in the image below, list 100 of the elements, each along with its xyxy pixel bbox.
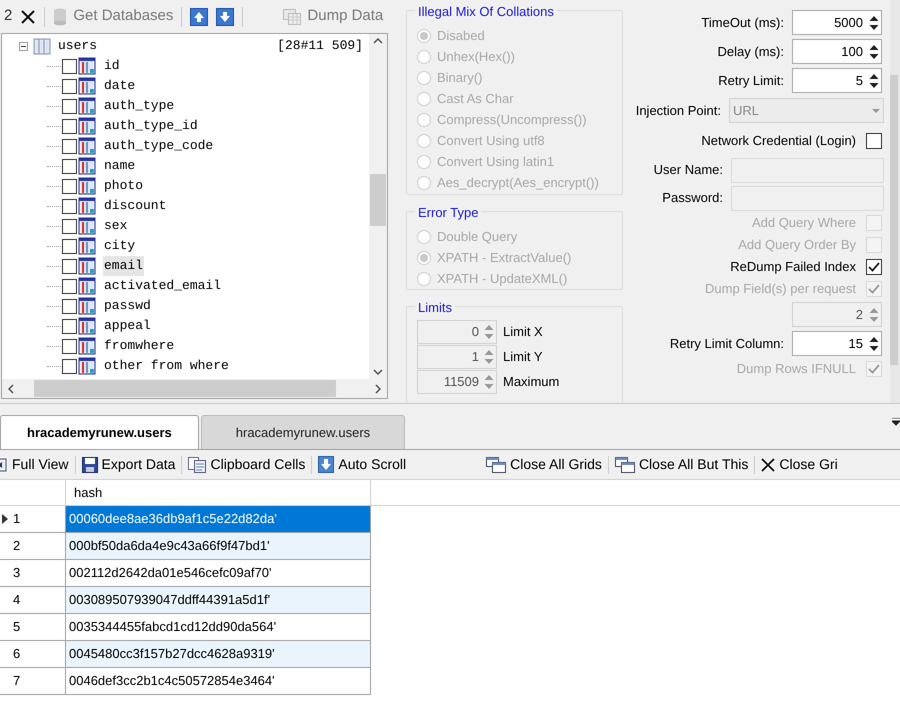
tree-item[interactable]: fromwhere (103, 336, 176, 356)
option-label: Aes_decrypt(Aes_encrypt()) (437, 174, 599, 192)
table-icon (78, 117, 96, 135)
field-label: Limit X (503, 323, 543, 342)
table-icon (78, 177, 96, 195)
chevron-left-icon[interactable] (8, 384, 14, 394)
table-cell[interactable]: 0035344455fabcd1cd12dd90da564' (66, 614, 371, 641)
number-field[interactable]: 15 (792, 331, 882, 356)
toolbar-button[interactable]: Close Gri (761, 454, 838, 475)
chevron-down-icon[interactable] (373, 369, 383, 375)
grid-icon (283, 8, 302, 24)
scroll-thumb[interactable] (34, 380, 336, 397)
vertical-scrollbar[interactable] (369, 34, 387, 379)
checkbox[interactable] (62, 278, 77, 294)
checkbox[interactable] (866, 133, 882, 149)
table-cell[interactable]: 002112d2642da01e546cefc09af70' (66, 560, 371, 587)
checkbox[interactable] (62, 98, 77, 114)
row-count: [28#11 509] (277, 37, 364, 56)
tree-item[interactable]: sex (103, 216, 128, 236)
tree-item[interactable]: email (103, 256, 144, 276)
tree-item[interactable]: city (103, 236, 136, 256)
toolbar-button[interactable]: Close All Grids (486, 454, 602, 475)
number-field[interactable]: 5 (792, 68, 882, 93)
chevron-up-icon[interactable] (373, 38, 383, 44)
field-label: Password: (662, 189, 723, 208)
checkbox[interactable] (62, 238, 77, 254)
checkbox[interactable] (62, 198, 77, 214)
table-cell[interactable]: 000bf50da6da4e9c43a66f9f47bd1' (66, 533, 371, 560)
toolbar-button[interactable]: Export Data (82, 454, 176, 475)
tree-item[interactable]: appeal (103, 316, 152, 336)
arrow-down-icon[interactable] (216, 8, 234, 26)
field-label: User Name: (654, 161, 723, 180)
tree-item[interactable]: users (58, 36, 98, 56)
tree-item[interactable]: auth_type (103, 96, 176, 116)
checkbox[interactable] (62, 58, 77, 74)
number-field[interactable]: 100 (792, 39, 882, 64)
checkbox[interactable] (62, 258, 77, 274)
toolbar-button[interactable]: Close All But This (614, 454, 748, 475)
table-cell[interactable]: 0045480cc3f157b27dcc4628a9319' (66, 641, 371, 668)
number-field[interactable]: 5000 (792, 10, 882, 35)
checkbox[interactable] (62, 218, 77, 234)
checkbox[interactable] (62, 358, 77, 374)
checkbox[interactable] (62, 158, 77, 174)
tree-item[interactable]: id (103, 56, 121, 76)
option-label: Unhex(Hex()) (437, 48, 516, 66)
option-label: XPATH - ExtractValue() (437, 248, 572, 267)
field-label: ReDump Failed Index (730, 258, 856, 276)
horizontal-scrollbar[interactable] (2, 379, 387, 398)
tree-item[interactable]: name (103, 156, 136, 176)
scroll-thumb[interactable] (890, 75, 898, 365)
checkbox[interactable] (62, 178, 77, 194)
table-icon (78, 297, 96, 315)
checkbox[interactable] (62, 138, 77, 154)
pin-icon[interactable] (892, 418, 900, 426)
table-cell[interactable]: 003089507939047ddff44391a5d1f' (66, 587, 371, 614)
scroll-thumb[interactable] (370, 174, 386, 226)
tree-item[interactable]: photo (103, 176, 144, 196)
table-icon (78, 277, 96, 295)
toolbar-button[interactable]: Auto Scroll (318, 454, 406, 475)
table-cell[interactable]: 0046def3cc2b1c4c50572854e3464' (66, 668, 371, 695)
table-icon (78, 237, 96, 255)
table-icon (78, 337, 96, 355)
tree-item[interactable]: date (103, 76, 136, 96)
tree-item[interactable]: activated_email (103, 276, 222, 296)
table-icon (78, 317, 96, 335)
tree-item[interactable]: auth_type_code (103, 136, 214, 156)
tree-item[interactable]: passwd (103, 296, 152, 316)
checkbox[interactable] (62, 318, 77, 334)
field-label: Maximum (503, 373, 560, 392)
tree-item[interactable]: other from where (103, 356, 230, 376)
collapse-toggle[interactable] (19, 42, 28, 50)
checkbox[interactable] (62, 78, 77, 94)
checkbox[interactable] (62, 118, 77, 134)
table-icon (78, 57, 96, 75)
field-label: Add Query Order By (738, 236, 856, 254)
toolbar-button[interactable]: Clipboard Cells (188, 454, 306, 475)
table-icon (78, 137, 96, 155)
number-field[interactable]: 11509 (417, 370, 497, 394)
close-icon[interactable] (20, 8, 36, 24)
number-field[interactable]: 0 (417, 320, 497, 344)
option-label: Convert Using latin1 (437, 152, 554, 171)
option-label: Compress(Uncompress()) (437, 110, 587, 129)
vertical-scrollbar[interactable] (890, 0, 900, 403)
table-icon (33, 37, 51, 55)
checkbox[interactable] (62, 338, 77, 354)
tab[interactable]: hracademyrunew.users (200, 415, 406, 449)
number-field[interactable]: 1 (417, 345, 497, 369)
table-icon (78, 77, 96, 95)
tree-item[interactable]: discount (103, 196, 168, 216)
column-header[interactable]: hash (66, 480, 371, 505)
table-icon (78, 357, 96, 375)
tree-item[interactable]: auth_type_id (103, 116, 199, 136)
checkbox[interactable] (866, 259, 882, 275)
arrow-up-icon[interactable] (190, 8, 208, 26)
table-cell[interactable]: 00060dee8ae36db9af1c5e22d82da' (66, 506, 371, 533)
toolbar-button[interactable]: Full View (0, 454, 69, 475)
tab[interactable]: hracademyrunew.users (0, 415, 199, 449)
table-icon (78, 257, 96, 275)
checkbox[interactable] (62, 298, 77, 314)
chevron-right-icon[interactable] (375, 384, 381, 394)
